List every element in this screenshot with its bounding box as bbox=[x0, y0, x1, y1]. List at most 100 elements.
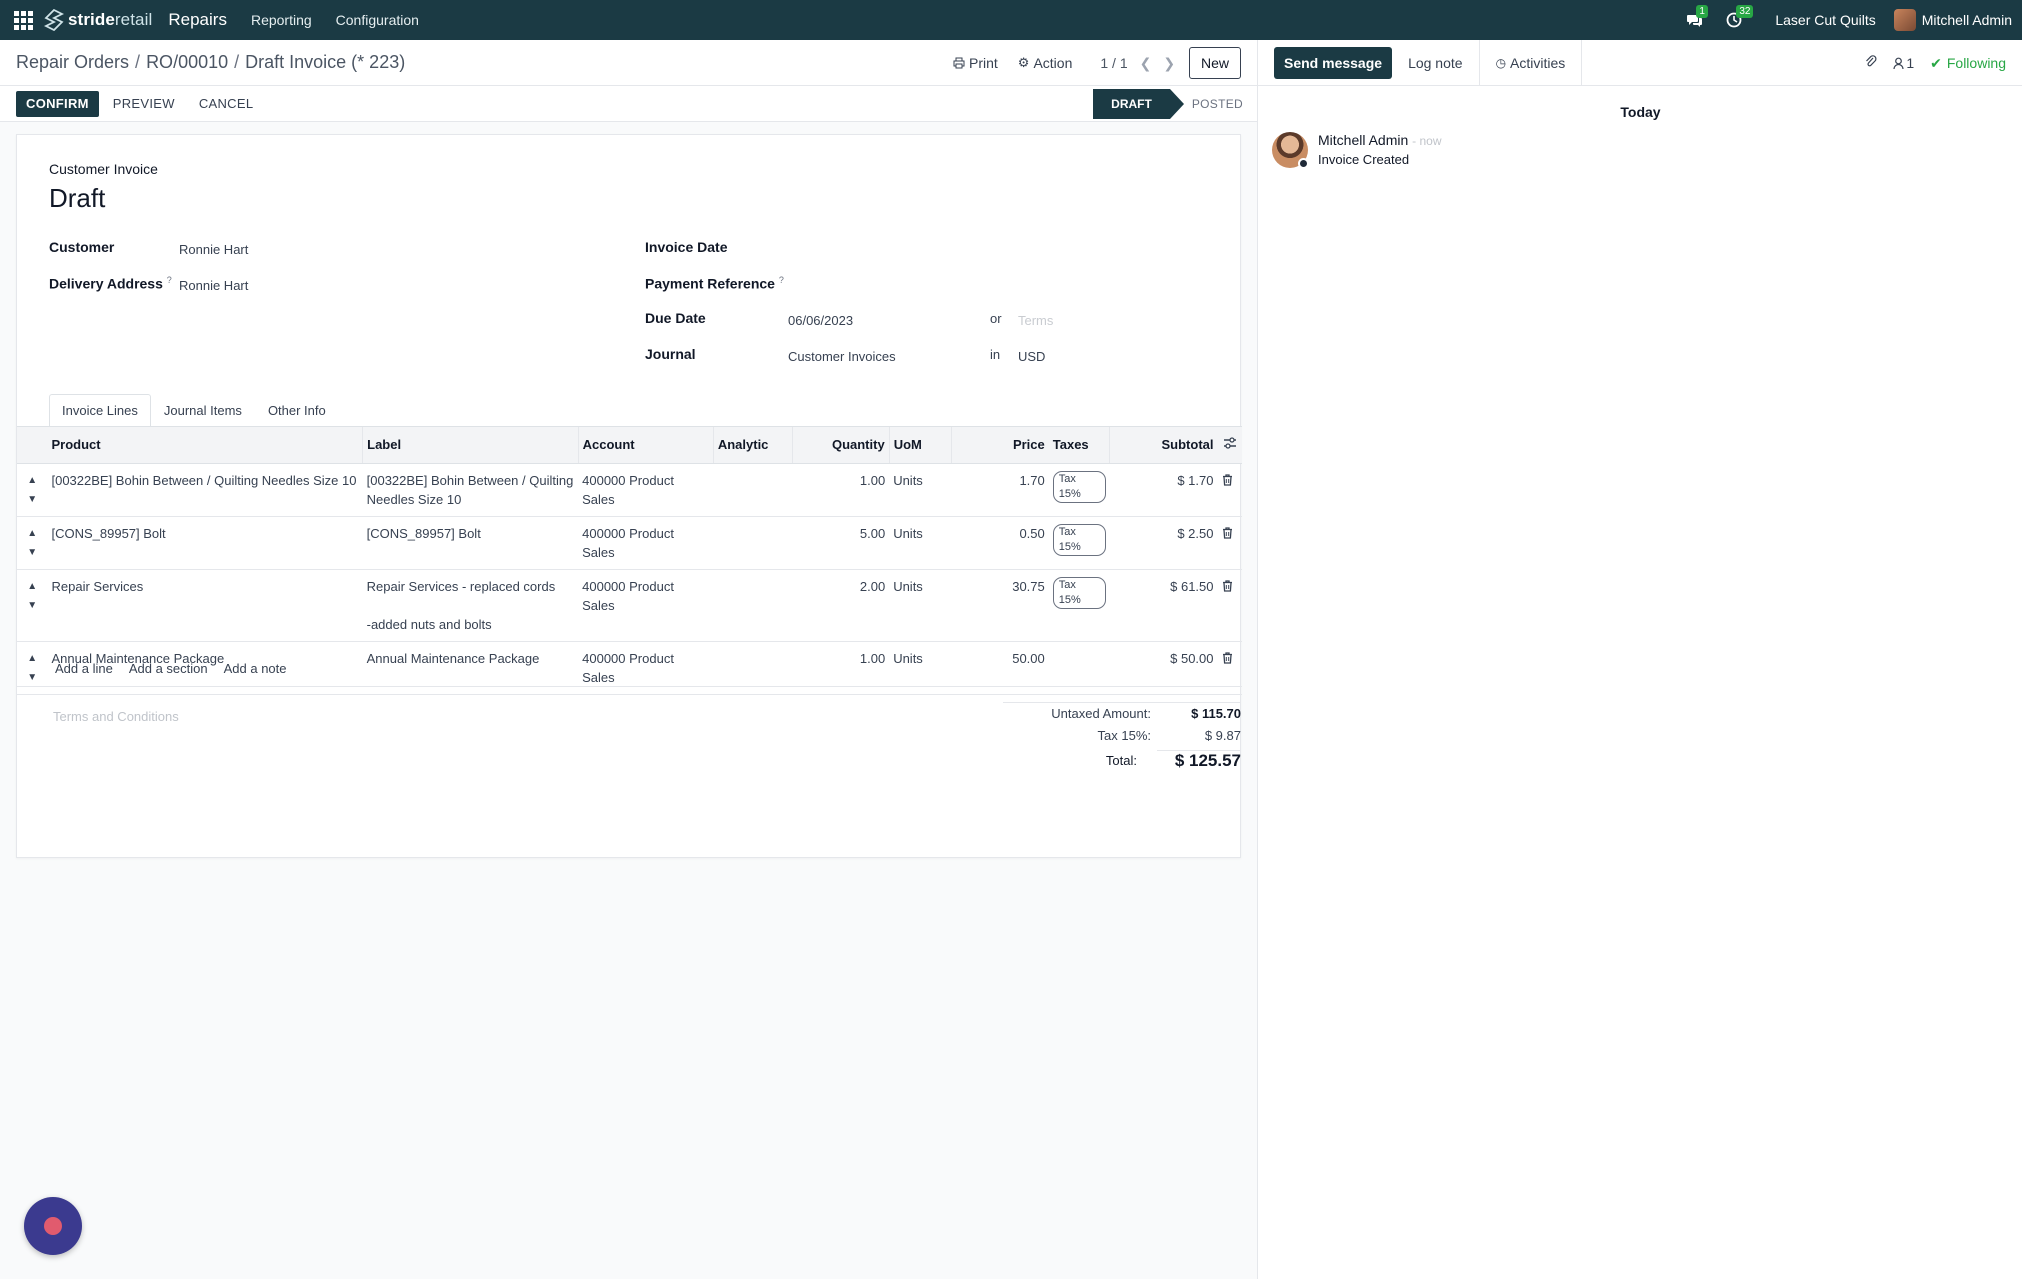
company-switcher[interactable]: Laser Cut Quilts bbox=[1775, 12, 1875, 28]
quantity-cell[interactable]: 2.00 bbox=[792, 569, 890, 642]
move-type-label: Customer Invoice bbox=[49, 161, 158, 177]
label-cell[interactable]: Repair Services - replaced cords -added n… bbox=[362, 569, 579, 642]
chatter-message: Mitchell Admin - now Invoice Created bbox=[1272, 132, 1442, 169]
product-cell[interactable]: [CONS_89957] Bolt bbox=[47, 516, 363, 570]
paperclip-icon[interactable] bbox=[1865, 54, 1877, 72]
breadcrumb-repair-order[interactable]: RO/00010 bbox=[146, 52, 228, 72]
col-account[interactable]: Account bbox=[578, 427, 714, 464]
breadcrumb-repair-orders[interactable]: Repair Orders bbox=[16, 52, 129, 72]
col-uom[interactable]: UoM bbox=[889, 427, 952, 464]
table-row[interactable]: ▲ ▼ [00322BE] Bohin Between / Quilting Ne… bbox=[17, 463, 1242, 517]
taxes-cell[interactable]: Tax 15% bbox=[1048, 463, 1110, 517]
analytic-cell[interactable] bbox=[713, 463, 793, 517]
terms-and-conditions-field[interactable]: Terms and Conditions bbox=[53, 709, 179, 724]
table-row[interactable]: ▲ ▼ [CONS_89957] Bolt [CONS_89957] Bolt 4… bbox=[17, 516, 1242, 570]
tax-totals: Untaxed Amount: $ 115.70 Tax 15%: $ 9.87… bbox=[1003, 702, 1241, 774]
brand-name: strideretail bbox=[68, 10, 153, 29]
drag-handle-icon[interactable]: ▲ ▼ bbox=[17, 463, 48, 517]
label-cell[interactable]: [00322BE] Bohin Between / Quilting Needle… bbox=[362, 463, 579, 517]
uom-cell[interactable]: Units bbox=[889, 516, 952, 570]
messages-icon[interactable]: 1 bbox=[1683, 5, 1708, 31]
avatar[interactable] bbox=[1272, 132, 1309, 169]
invoice-title: Draft bbox=[49, 183, 106, 213]
status-bar: CONFIRM PREVIEW CANCEL DRAFT POSTED bbox=[0, 86, 1257, 122]
analytic-cell[interactable] bbox=[713, 569, 793, 642]
table-row[interactable]: ▲ ▼ Repair Services Repair Services - rep… bbox=[17, 569, 1242, 642]
pager-next-icon[interactable]: ❯ bbox=[1163, 55, 1175, 72]
send-message-button[interactable]: Send message bbox=[1274, 46, 1393, 79]
taxes-cell[interactable]: Tax 15% bbox=[1048, 569, 1110, 642]
currency-field[interactable]: USD bbox=[1018, 349, 1045, 364]
apps-grid-icon[interactable] bbox=[12, 9, 34, 31]
uom-cell[interactable]: Units bbox=[889, 463, 952, 517]
delivery-address-label: Delivery Address ? bbox=[49, 275, 172, 292]
cancel-button[interactable]: CANCEL bbox=[199, 96, 254, 111]
price-cell[interactable]: 30.75 bbox=[951, 569, 1049, 642]
print-icon bbox=[953, 57, 965, 69]
quantity-cell[interactable]: 1.00 bbox=[792, 463, 890, 517]
pager-prev-icon[interactable]: ❮ bbox=[1140, 55, 1152, 72]
quantity-cell[interactable]: 5.00 bbox=[792, 516, 890, 570]
delete-row-icon[interactable] bbox=[1217, 516, 1242, 570]
tab-journal-items[interactable]: Journal Items bbox=[151, 394, 255, 426]
journal-field[interactable]: Customer Invoices bbox=[788, 349, 896, 364]
brand-logo[interactable]: strideretail bbox=[44, 9, 152, 31]
account-cell[interactable]: 400000 Product Sales bbox=[578, 516, 714, 570]
add-section-link[interactable]: Add a section bbox=[129, 661, 208, 676]
activities-button[interactable]: ◷ Activities bbox=[1478, 39, 1583, 86]
product-cell[interactable]: [00322BE] Bohin Between / Quilting Needl… bbox=[47, 463, 363, 517]
stage-draft: DRAFT bbox=[1093, 89, 1184, 119]
uom-cell[interactable]: Units bbox=[889, 569, 952, 642]
label-cell[interactable]: [CONS_89957] Bolt bbox=[362, 516, 579, 570]
add-line-link[interactable]: Add a line bbox=[55, 661, 113, 676]
app-name[interactable]: Repairs bbox=[168, 10, 227, 30]
price-cell[interactable]: 0.50 bbox=[951, 516, 1049, 570]
add-note-link[interactable]: Add a note bbox=[224, 661, 287, 676]
account-cell[interactable]: 400000 Product Sales bbox=[578, 463, 714, 517]
col-subtotal[interactable]: Subtotal bbox=[1109, 427, 1218, 464]
tab-other-info[interactable]: Other Info bbox=[255, 394, 339, 426]
price-cell[interactable]: 1.70 bbox=[951, 463, 1049, 517]
pager-value[interactable]: 1 / 1 bbox=[1100, 55, 1127, 71]
product-cell[interactable]: Repair Services bbox=[47, 569, 363, 642]
notebook-tabs: Invoice Lines Journal Items Other Info bbox=[49, 394, 339, 426]
preview-button[interactable]: PREVIEW bbox=[113, 96, 175, 111]
print-button[interactable]: Print bbox=[953, 55, 998, 71]
drag-handle-icon[interactable]: ▲ ▼ bbox=[17, 516, 48, 570]
user-avatar bbox=[1893, 9, 1916, 31]
col-quantity[interactable]: Quantity bbox=[792, 427, 890, 464]
col-price[interactable]: Price bbox=[951, 427, 1049, 464]
delete-row-icon[interactable] bbox=[1217, 569, 1242, 642]
col-product[interactable]: Product bbox=[47, 427, 364, 464]
payment-terms-field[interactable]: Terms bbox=[1018, 313, 1053, 328]
following-button[interactable]: ✔ Following bbox=[1930, 55, 2006, 72]
drag-handle-icon[interactable]: ▲ ▼ bbox=[17, 569, 48, 642]
activities-clock-icon[interactable]: 32 bbox=[1723, 5, 1754, 31]
user-menu[interactable]: Mitchell Admin bbox=[1893, 9, 2012, 31]
invoice-date-field[interactable] bbox=[788, 239, 1168, 259]
menu-configuration[interactable]: Configuration bbox=[336, 12, 419, 28]
tab-invoice-lines[interactable]: Invoice Lines bbox=[49, 394, 151, 426]
log-note-button[interactable]: Log note bbox=[1392, 40, 1479, 86]
livechat-button[interactable] bbox=[24, 1197, 82, 1255]
col-analytic[interactable]: Analytic bbox=[713, 427, 794, 464]
due-date-field[interactable]: 06/06/2023 bbox=[788, 313, 853, 328]
action-button[interactable]: ⚙ Action bbox=[1018, 55, 1073, 71]
delete-row-icon[interactable] bbox=[1217, 463, 1242, 517]
analytic-cell[interactable] bbox=[713, 516, 793, 570]
new-button[interactable]: New bbox=[1188, 47, 1241, 79]
taxes-cell[interactable]: Tax 15% bbox=[1048, 516, 1110, 570]
menu-reporting[interactable]: Reporting bbox=[251, 12, 312, 28]
stage-posted[interactable]: POSTED bbox=[1192, 97, 1243, 111]
optional-columns-icon[interactable] bbox=[1217, 427, 1242, 464]
customer-field[interactable]: Ronnie Hart bbox=[179, 242, 248, 257]
message-author[interactable]: Mitchell Admin bbox=[1318, 132, 1408, 148]
col-label[interactable]: Label bbox=[362, 427, 579, 464]
account-cell[interactable]: 400000 Product Sales bbox=[578, 569, 714, 642]
subtotal-cell: $ 2.50 bbox=[1109, 516, 1218, 570]
delivery-address-field[interactable]: Ronnie Hart bbox=[179, 278, 248, 293]
followers-button[interactable]: 1 bbox=[1893, 55, 1914, 71]
col-taxes[interactable]: Taxes bbox=[1048, 427, 1111, 464]
confirm-button[interactable]: CONFIRM bbox=[16, 90, 99, 117]
payment-reference-field[interactable] bbox=[788, 275, 1168, 295]
